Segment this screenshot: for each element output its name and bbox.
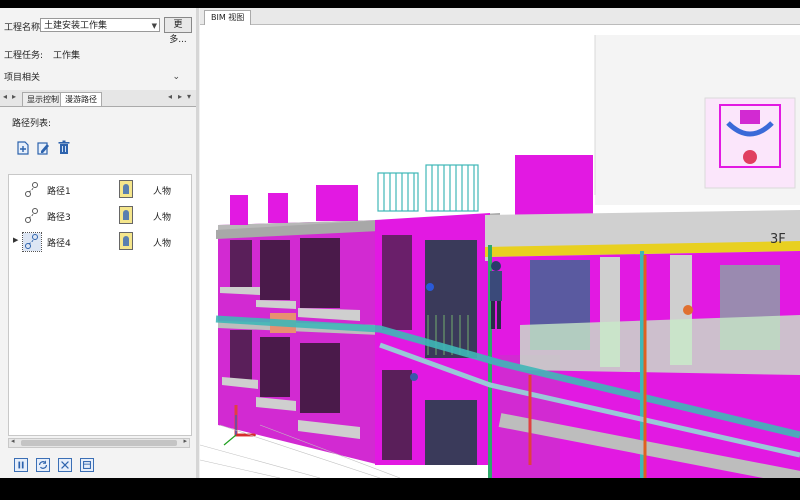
project-task-row: 工程任务: 工作集	[4, 48, 80, 61]
delete-icon[interactable]	[57, 140, 71, 156]
project-task-label: 工程任务:	[4, 51, 44, 61]
list-horizontal-scrollbar[interactable]: ◂ ▸	[8, 437, 190, 448]
project-name-value: 土建安装工作集	[44, 21, 108, 31]
window-icon[interactable]	[80, 458, 94, 472]
tab-scroll-left-icon[interactable]: ◂	[168, 92, 172, 101]
path-route-icon	[22, 232, 42, 252]
left-panel: 工程名称: 土建安装工作集 ▼ 更多... 工程任务: 工作集 项目相关 ⌄ ◂…	[0, 8, 197, 478]
person-icon	[119, 180, 133, 198]
bim-3d-viewport[interactable]: 3F	[200, 25, 800, 478]
project-task-value: 工作集	[53, 51, 81, 61]
tab-menu-icon[interactable]: ▾	[187, 92, 191, 101]
panel-splitter[interactable]	[196, 8, 199, 478]
floor-label: 3F	[770, 232, 786, 247]
add-path-icon[interactable]	[16, 140, 30, 156]
project-related-label: 项目相关	[4, 73, 41, 83]
collapse-chevron-icon[interactable]: ⌄	[172, 72, 180, 82]
bim-model-render: 3F	[200, 25, 800, 478]
path-route-icon	[25, 182, 38, 197]
project-name-row: 工程名称:	[4, 20, 43, 33]
tab-bim-view[interactable]: BIM 视图	[204, 10, 252, 25]
expand-icon[interactable]	[58, 458, 72, 472]
scroll-left-arrow-icon[interactable]: ◂	[11, 437, 15, 445]
project-name-label: 工程名称:	[4, 23, 44, 33]
more-button[interactable]: 更多...	[164, 17, 192, 45]
viewport-header: BIM 视图	[200, 8, 800, 25]
path-type: 人物	[153, 239, 172, 249]
path-name: 路径4	[47, 239, 71, 249]
list-item-selected[interactable]: ▶ 路径4 人物	[9, 229, 191, 255]
person-icon	[119, 232, 133, 250]
app-window: 工程名称: 土建安装工作集 ▼ 更多... 工程任务: 工作集 项目相关 ⌄ ◂…	[0, 8, 800, 478]
project-name-select[interactable]: 土建安装工作集 ▼	[40, 18, 160, 32]
scrollbar-thumb[interactable]	[21, 440, 177, 446]
path-bottom-toolbar	[14, 458, 94, 472]
row-pointer-icon: ▶	[13, 236, 19, 244]
path-name: 路径3	[47, 213, 71, 223]
loop-icon[interactable]	[36, 458, 50, 472]
minimap[interactable]	[704, 97, 796, 189]
project-related-row[interactable]: 项目相关 ⌄	[4, 70, 180, 84]
panel-tabs: ◂ ▸ 显示控制 漫游路径 ◂ ▸ ▾	[0, 90, 196, 107]
scroll-right-arrow-icon[interactable]: ▸	[183, 437, 187, 445]
play-icon[interactable]	[14, 458, 28, 472]
tab-first-icon[interactable]: ▸	[12, 92, 16, 101]
tab-display-control[interactable]: 显示控制	[22, 92, 64, 106]
tab-roaming-path[interactable]: 漫游路径	[60, 92, 102, 106]
person-icon	[119, 206, 133, 224]
path-list-title: 路径列表:	[12, 119, 52, 129]
path-type: 人物	[153, 187, 172, 197]
chevron-down-icon: ▼	[151, 22, 157, 30]
path-name: 路径1	[47, 187, 71, 197]
path-type: 人物	[153, 213, 172, 223]
list-item[interactable]: 路径3 人物	[9, 203, 191, 229]
path-list: 路径1 人物 路径3 人物 ▶ 路径4 人物	[8, 174, 192, 436]
path-route-icon	[25, 208, 38, 223]
list-item[interactable]: 路径1 人物	[9, 177, 191, 203]
tab-prev-icon[interactable]: ◂	[3, 92, 7, 101]
edit-icon[interactable]	[36, 140, 50, 156]
tab-scroll-right-icon[interactable]: ▸	[178, 92, 182, 101]
